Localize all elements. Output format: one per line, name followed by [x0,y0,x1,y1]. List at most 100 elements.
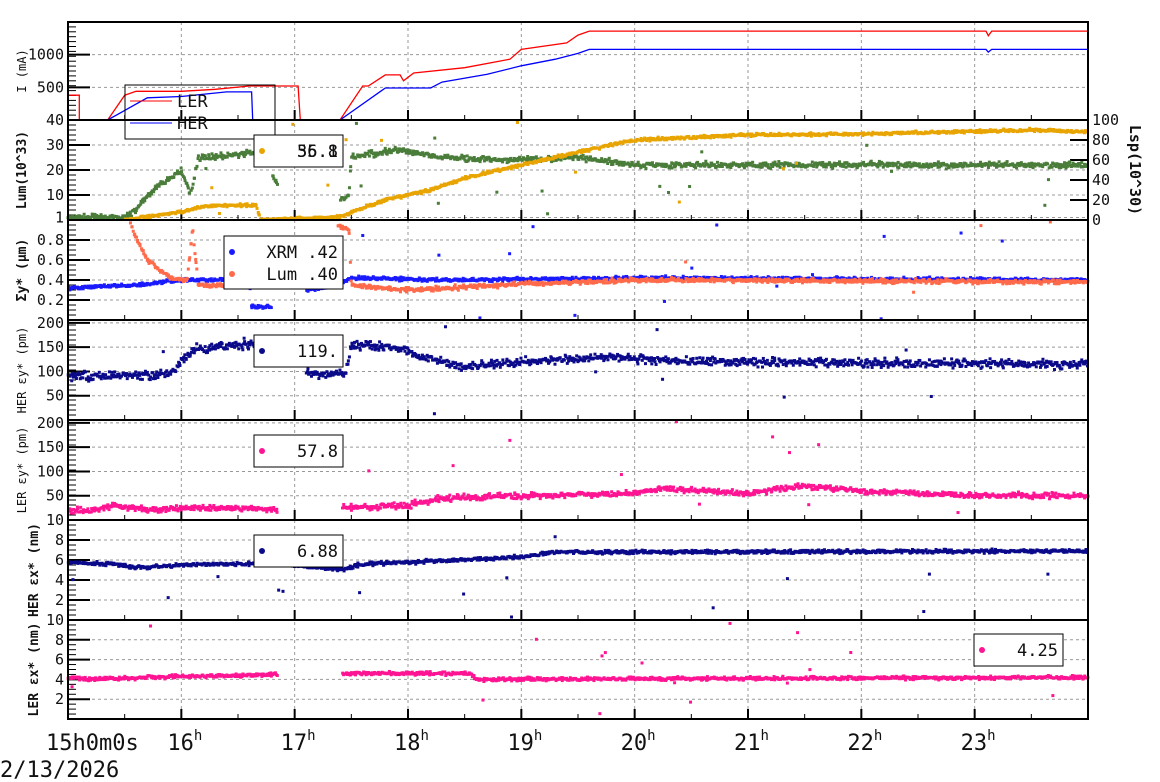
data-point [688,184,692,188]
data-point [437,253,441,257]
data-point [865,143,869,147]
data-point [210,186,214,190]
data-point [584,160,588,164]
data-point [370,149,374,153]
data-point [133,232,137,236]
data-point [110,370,114,374]
data-point [186,267,190,271]
data-point [882,234,886,238]
data-point [694,166,698,170]
data-point [141,249,145,253]
data-point [361,234,365,238]
data-point [217,211,221,215]
data-point [348,169,352,173]
data-point [1080,160,1084,164]
data-point [191,229,195,233]
data-point [606,161,610,165]
data-point [644,166,648,170]
legend: 56.835.1 [253,134,344,168]
data-point [495,190,499,194]
data-point [605,278,609,282]
data-point [193,252,197,256]
data-point [546,212,550,216]
data-point [254,203,258,207]
data-point [192,176,196,180]
data-point [433,136,437,140]
data-point [912,290,916,294]
data-point [149,375,153,379]
data-point [478,316,482,320]
data-point [204,167,208,171]
right-y-tick-label: 0 [1092,211,1101,229]
data-point [113,370,117,374]
data-point [811,273,815,277]
data-point [175,169,179,173]
y-tick-label: 0.8 [37,231,64,249]
data-point [128,221,132,225]
data-point [472,156,476,160]
data-point [191,182,195,186]
y-tick-label: 150 [37,338,64,356]
y-tick-label: 50 [46,387,64,405]
data-point [91,377,95,381]
legend: XRM .42Lum .40 [223,235,344,290]
data-point [936,278,940,282]
data-point [475,287,479,291]
legend-marker [259,148,265,154]
data-point [195,267,199,271]
series-xrm [67,223,1089,321]
data-point [140,377,144,381]
data-point [667,190,671,194]
panel-1: 5001000I (mA)LERHER [15,21,1089,140]
data-point [636,160,640,164]
data-point [192,243,196,247]
data-point [1050,165,1054,169]
data-point [103,214,107,218]
right-y-tick-label: 80 [1092,131,1110,149]
data-point [890,169,894,173]
series-line-ler [68,30,1088,121]
data-point [344,138,348,142]
y-tick-label: 500 [37,78,64,96]
data-point [143,199,147,203]
data-point [131,229,135,233]
y-axis-label: HER εy* (pm) [15,327,29,414]
y-tick-label: 20 [46,161,64,179]
data-point [196,154,200,158]
y-axis-label: Lum(10^33) [15,131,30,209]
data-point [715,223,719,227]
data-point [778,165,782,169]
panel-4: 50100150200HER εy* (pm) 119. [15,314,1090,421]
data-point [387,147,391,151]
data-point [684,260,688,264]
right-y-tick-label: 40 [1092,171,1110,189]
data-point [347,186,351,190]
data-point [677,200,681,204]
legend-label: LER [177,92,208,112]
y-tick-label: 0.6 [37,251,64,269]
series-her-eps_y [66,325,1090,416]
data-point [148,378,152,382]
panel-frame [67,21,1089,121]
data-point [269,306,273,310]
data-point [607,156,611,160]
data-point [271,174,275,178]
data-point [986,163,990,167]
legend-label: HER [177,114,208,134]
data-point [138,244,142,248]
right-y-tick-label: 60 [1092,151,1110,169]
data-point [349,165,353,169]
y-tick-label: 0.2 [37,291,64,309]
data-point [151,371,155,375]
y-tick-label: 1 [55,209,64,227]
data-point [453,283,457,287]
data-point [190,186,194,190]
data-point [979,224,983,228]
data-point [255,206,259,210]
data-point [574,170,578,174]
data-point [794,161,798,165]
data-point [1015,166,1019,170]
data-point [367,154,371,158]
data-point [1000,239,1004,243]
data-point [658,184,662,188]
